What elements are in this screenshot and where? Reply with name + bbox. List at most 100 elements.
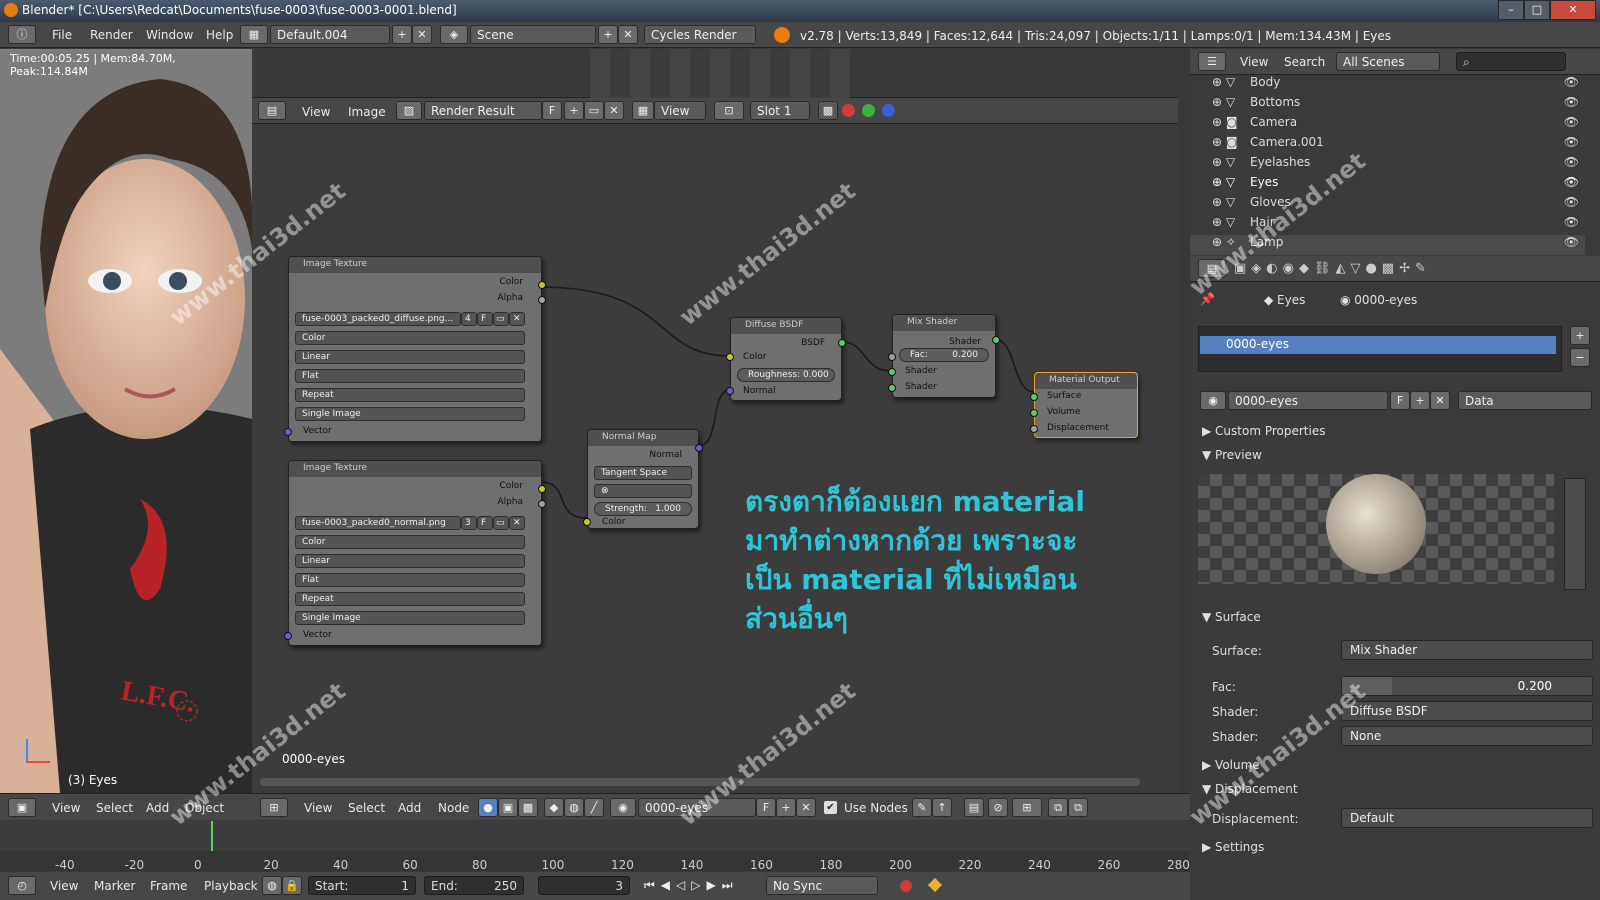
source-dropdown[interactable]: Single Image	[295, 407, 525, 421]
node-menu-node[interactable]: Node	[438, 801, 469, 815]
image-menu-image[interactable]: Image	[348, 105, 386, 119]
color-space-dropdown[interactable]: Color	[295, 535, 525, 549]
image-fake-user-button[interactable]: F	[542, 101, 562, 120]
strength-slider[interactable]: Strength: 1.000	[594, 502, 692, 516]
extension-dropdown[interactable]: Repeat	[295, 592, 525, 606]
visibility-eye-icon[interactable]: 👁	[1564, 155, 1579, 169]
close-button[interactable]: ✕	[1550, 0, 1596, 20]
lock-icon[interactable]: 🔒	[282, 876, 302, 895]
image-fake-user-button[interactable]: F	[477, 312, 493, 326]
current-frame-field[interactable]: 3	[538, 876, 630, 895]
output-color-socket[interactable]	[538, 485, 546, 493]
keying-icon[interactable]: ◍	[262, 876, 282, 895]
material-output-node[interactable]: Material Output Surface Volume Displacem…	[1030, 372, 1138, 438]
input-vector-socket[interactable]	[284, 632, 292, 640]
channel-red-icon[interactable]	[842, 104, 855, 117]
shader2-dropdown[interactable]: None	[1341, 726, 1593, 746]
outliner-item-active[interactable]: ⊕ ▽ Eyes 👁	[1190, 175, 1585, 195]
add-layout-icon[interactable]: +	[392, 25, 412, 44]
texture-nodes-icon[interactable]: ▩	[518, 798, 538, 817]
channel-blue-icon[interactable]	[882, 104, 895, 117]
input-color-socket[interactable]	[726, 353, 734, 361]
add-slot-icon[interactable]: +	[1570, 326, 1590, 345]
image-file-field[interactable]: fuse-0003_packed0_normal.png	[295, 516, 461, 530]
visibility-eye-icon[interactable]: 👁	[1564, 195, 1579, 209]
panel-custom-properties[interactable]: ▶ Custom Properties	[1202, 424, 1325, 438]
visibility-eye-icon[interactable]: 👁	[1564, 75, 1579, 89]
surface-shader-dropdown[interactable]: Mix Shader	[1341, 640, 1593, 660]
normal-space-dropdown[interactable]: Tangent Space	[594, 466, 692, 480]
image-browse-icon[interactable]: ▨	[396, 101, 422, 120]
image-fake-user-button[interactable]: F	[477, 516, 493, 530]
screen-layout-icon[interactable]: ▦	[240, 25, 268, 44]
image-unlink-icon[interactable]: ✕	[509, 312, 525, 326]
image-texture-node-diffuse[interactable]: Image Texture Color Alpha fuse-0003_pack…	[284, 256, 546, 442]
interpolation-dropdown[interactable]: Linear	[295, 554, 525, 568]
visibility-eye-icon[interactable]: 👁	[1564, 115, 1579, 129]
output-alpha-socket[interactable]	[538, 296, 546, 304]
channel-rgba-icon[interactable]: ▩	[818, 101, 838, 120]
input-displacement-socket[interactable]	[1030, 425, 1038, 433]
shader-nodes-icon[interactable]: ●	[478, 798, 498, 817]
uv-map-field[interactable]: ⊗	[594, 484, 692, 498]
image-unlink-icon[interactable]: ✕	[604, 101, 624, 120]
material-link-dropdown[interactable]: Data	[1458, 391, 1592, 410]
world-shader-icon[interactable]: ◍	[564, 798, 584, 817]
use-nodes-checkbox[interactable]: ✔	[824, 801, 837, 814]
paste-nodes-icon[interactable]: ⧉	[1068, 798, 1088, 817]
pin-icon[interactable]: ✎	[912, 798, 932, 817]
projection-dropdown[interactable]: Flat	[295, 369, 525, 383]
panel-preview[interactable]: ▼ Preview	[1202, 448, 1262, 462]
input-surface-socket[interactable]	[1030, 393, 1038, 401]
minimize-button[interactable]: –	[1498, 0, 1524, 20]
outliner-item[interactable]: ⊕ ▽ Eyelashes 👁	[1190, 155, 1585, 175]
outliner-item[interactable]: ⊕ ◙ Camera 👁	[1190, 115, 1585, 135]
menu-help[interactable]: Help	[206, 28, 233, 42]
node-menu-view[interactable]: View	[304, 801, 332, 815]
scene-icon[interactable]: ◈	[440, 25, 468, 44]
image-open-icon[interactable]: ▭	[493, 312, 509, 326]
fac-slider[interactable]: Fac: 0.200	[899, 348, 989, 362]
image-texture-node-normal[interactable]: Image Texture Color Alpha fuse-0003_pack…	[284, 460, 546, 646]
roughness-slider[interactable]: Roughness: 0.000	[737, 368, 835, 382]
image-editor-type-icon[interactable]: ▤	[258, 101, 286, 120]
material-new-icon[interactable]: +	[1410, 391, 1430, 410]
start-frame-field[interactable]: Start: 1	[308, 876, 416, 895]
pivot-icon[interactable]: ⊡	[714, 101, 744, 120]
compositing-nodes-icon[interactable]: ▣	[498, 798, 518, 817]
line-style-icon[interactable]: ╱	[584, 798, 604, 817]
material-unlink-icon[interactable]: ✕	[1430, 391, 1450, 410]
material-fake-user-button[interactable]: F	[1390, 391, 1410, 410]
image-open-icon[interactable]: ▭	[493, 516, 509, 530]
copy-nodes-icon[interactable]: ⧉	[1048, 798, 1068, 817]
remove-scene-icon[interactable]: ✕	[618, 25, 638, 44]
view-mode-dropdown[interactable]: View	[654, 101, 706, 120]
timeline-menu-frame[interactable]: Frame	[150, 879, 187, 893]
parent-node-tree-icon[interactable]: ↑	[932, 798, 952, 817]
render-slot-dropdown[interactable]: Slot 1	[750, 101, 810, 120]
image-menu-view[interactable]: View	[302, 105, 330, 119]
displacement-dropdown[interactable]: Default	[1341, 808, 1593, 828]
output-alpha-socket[interactable]	[538, 500, 546, 508]
input-shader1-socket[interactable]	[888, 368, 896, 376]
end-frame-field[interactable]: End: 250	[424, 876, 524, 895]
info-editor-type-icon[interactable]: ⓘ	[8, 25, 36, 44]
projection-dropdown[interactable]: Flat	[295, 573, 525, 587]
node-menu-add[interactable]: Add	[398, 801, 421, 815]
render-engine-dropdown[interactable]: Cycles Render	[644, 25, 756, 44]
color-space-dropdown[interactable]: Color	[295, 331, 525, 345]
outliner-item[interactable]: ⊕ ▽ Gloves 👁	[1190, 195, 1585, 215]
normal-map-node[interactable]: Normal Map Normal Tangent Space ⊗ Streng…	[583, 429, 703, 529]
backdrop-icon[interactable]: ▤	[964, 798, 984, 817]
input-fac-socket[interactable]	[888, 353, 896, 361]
panel-surface[interactable]: ▼ Surface	[1202, 610, 1261, 624]
current-frame-indicator[interactable]	[211, 821, 213, 851]
input-normal-socket[interactable]	[726, 387, 734, 395]
image-name-field[interactable]: Render Result	[424, 101, 542, 120]
material-unlink-icon[interactable]: ✕	[796, 798, 816, 817]
horizontal-scrollbar[interactable]	[260, 778, 1140, 786]
material-name-field[interactable]: 0000-eyes	[1228, 391, 1388, 410]
outliner-filter-dropdown[interactable]: All Scenes	[1336, 52, 1440, 71]
viewport-3d[interactable]: L.F.C. Time:00:05.25 | Mem:84.70M, Peak:…	[0, 49, 253, 793]
outliner-menu-search[interactable]: Search	[1284, 55, 1325, 69]
